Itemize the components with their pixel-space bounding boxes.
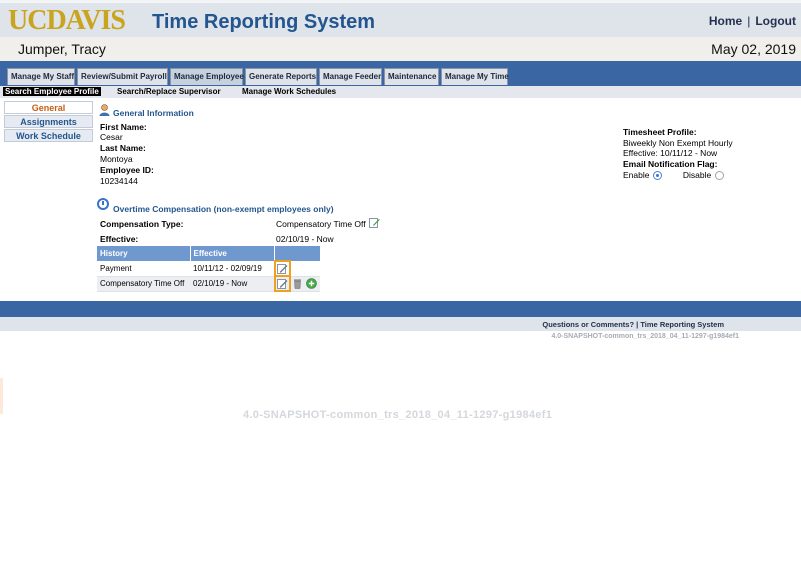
actions-header (274, 246, 321, 261)
tab-manage-feeder[interactable]: Manage Feeder (319, 68, 382, 85)
timesheet-profile-label: Timesheet Profile: (623, 127, 697, 137)
system-link[interactable]: Time Reporting System (640, 320, 724, 329)
user-bar: Jumper, Tracy May 02, 2019 (0, 37, 801, 61)
tab-generate-reports[interactable]: Generate Reports (245, 68, 317, 85)
current-date: May 02, 2019 (711, 41, 796, 57)
compensation-type-text: Compensatory Time Off (276, 219, 366, 229)
user-name: Jumper, Tracy (18, 41, 106, 57)
compensation-type-label: Compensation Type: (100, 219, 184, 229)
row-range: 10/11/12 - 02/09/19 (190, 261, 274, 277)
ghost-version-text: 4.0-SNAPSHOT-common_trs_2018_04_11-1297-… (243, 409, 553, 421)
row-actions (274, 259, 321, 277)
employee-id-value: 10234144 (100, 176, 138, 186)
history-table: History Effective Payment 10/11/12 - 02/… (97, 246, 321, 292)
row-actions (274, 275, 321, 292)
table-row: Compensatory Time Off 02/10/19 - Now (97, 275, 321, 292)
subnav-manage-work-schedules[interactable]: Manage Work Schedules (242, 87, 336, 96)
timesheet-effective: Effective: 10/11/12 - Now (623, 148, 718, 158)
person-icon (99, 104, 110, 116)
sidenav-work-schedule[interactable]: Work Schedule (4, 129, 93, 142)
last-name-value: Montoya (100, 154, 133, 164)
effective-value: 02/10/19 - Now (276, 234, 334, 244)
sidenav-general[interactable]: General (4, 101, 93, 114)
email-flag-options: Enable Disable (623, 170, 725, 181)
row-range: 02/10/19 - Now (190, 276, 274, 292)
top-links: Home | Logout (709, 14, 796, 28)
edit-icon[interactable] (274, 259, 291, 277)
history-header-row: History Effective (97, 246, 321, 261)
employee-id-label: Employee ID: (100, 165, 154, 175)
enable-label: Enable (623, 170, 650, 180)
edit-icon[interactable] (369, 217, 380, 229)
subnav-search-replace-supervisor[interactable]: Search/Replace Supervisor (117, 87, 221, 96)
table-row: Payment 10/11/12 - 02/09/19 (97, 259, 321, 277)
enable-radio[interactable] (653, 171, 663, 181)
first-name-label: First Name: (100, 122, 147, 132)
logout-link[interactable]: Logout (755, 14, 796, 28)
row-type: Payment (97, 261, 190, 277)
history-header: History (97, 246, 191, 261)
timesheet-profile-value: Biweekly Non Exempt Hourly (623, 138, 733, 148)
disable-radio[interactable] (715, 171, 725, 181)
tab-manage-my-staff[interactable]: Manage My Staff (7, 68, 75, 85)
tab-manage-my-time[interactable]: Manage My Time (441, 68, 509, 85)
main-nav: Manage My Staff Review/Submit Payroll Ma… (0, 61, 801, 86)
app-title: Time Reporting System (152, 11, 376, 33)
footer-separator: | (636, 320, 639, 329)
subnav-search-employee-profile[interactable]: Search Employee Profile (3, 87, 101, 96)
general-info-title: General Information (113, 108, 194, 118)
tab-review-submit-payroll[interactable]: Review/Submit Payroll (77, 68, 168, 85)
edge-tint (0, 378, 3, 414)
tab-maintenance[interactable]: Maintenance (384, 68, 439, 85)
version-text: 4.0-SNAPSHOT-common_trs_2018_04_11-1297-… (551, 333, 739, 340)
trash-icon[interactable] (292, 278, 303, 289)
footer: Questions or Comments? | Time Reporting … (0, 317, 801, 331)
row-type: Compensatory Time Off (97, 276, 190, 292)
effective-header: Effective (190, 246, 275, 261)
tab-manage-employee[interactable]: Manage Employee (170, 68, 244, 85)
app-header: UCDAVIS Time Reporting System Home | Logou… (0, 0, 801, 37)
last-name-label: Last Name: (100, 143, 146, 153)
compensation-type-value: Compensatory Time Off (276, 217, 380, 229)
sub-nav: Search Employee Profile Search/Replace S… (0, 86, 801, 98)
disable-label: Disable (682, 170, 712, 180)
add-icon[interactable] (306, 278, 318, 289)
overtime-title: Overtime Compensation (non-exempt employ… (113, 204, 334, 214)
link-separator: | (747, 14, 751, 28)
effective-label: Effective: (100, 234, 139, 244)
edit-icon[interactable] (274, 275, 291, 292)
side-nav: General Assignments Work Schedule (4, 101, 93, 143)
home-link[interactable]: Home (709, 14, 742, 28)
questions-link[interactable]: Questions or Comments? (542, 320, 634, 329)
sidenav-assignments[interactable]: Assignments (4, 115, 93, 128)
footer-bar (0, 301, 801, 317)
email-flag-label: Email Notification Flag: (623, 159, 718, 169)
ucdavis-logo: UCDAVIS (8, 5, 126, 36)
clock-icon (97, 198, 109, 210)
footer-links: Questions or Comments? | Time Reporting … (542, 320, 724, 329)
first-name-value: Cesar (100, 132, 123, 142)
